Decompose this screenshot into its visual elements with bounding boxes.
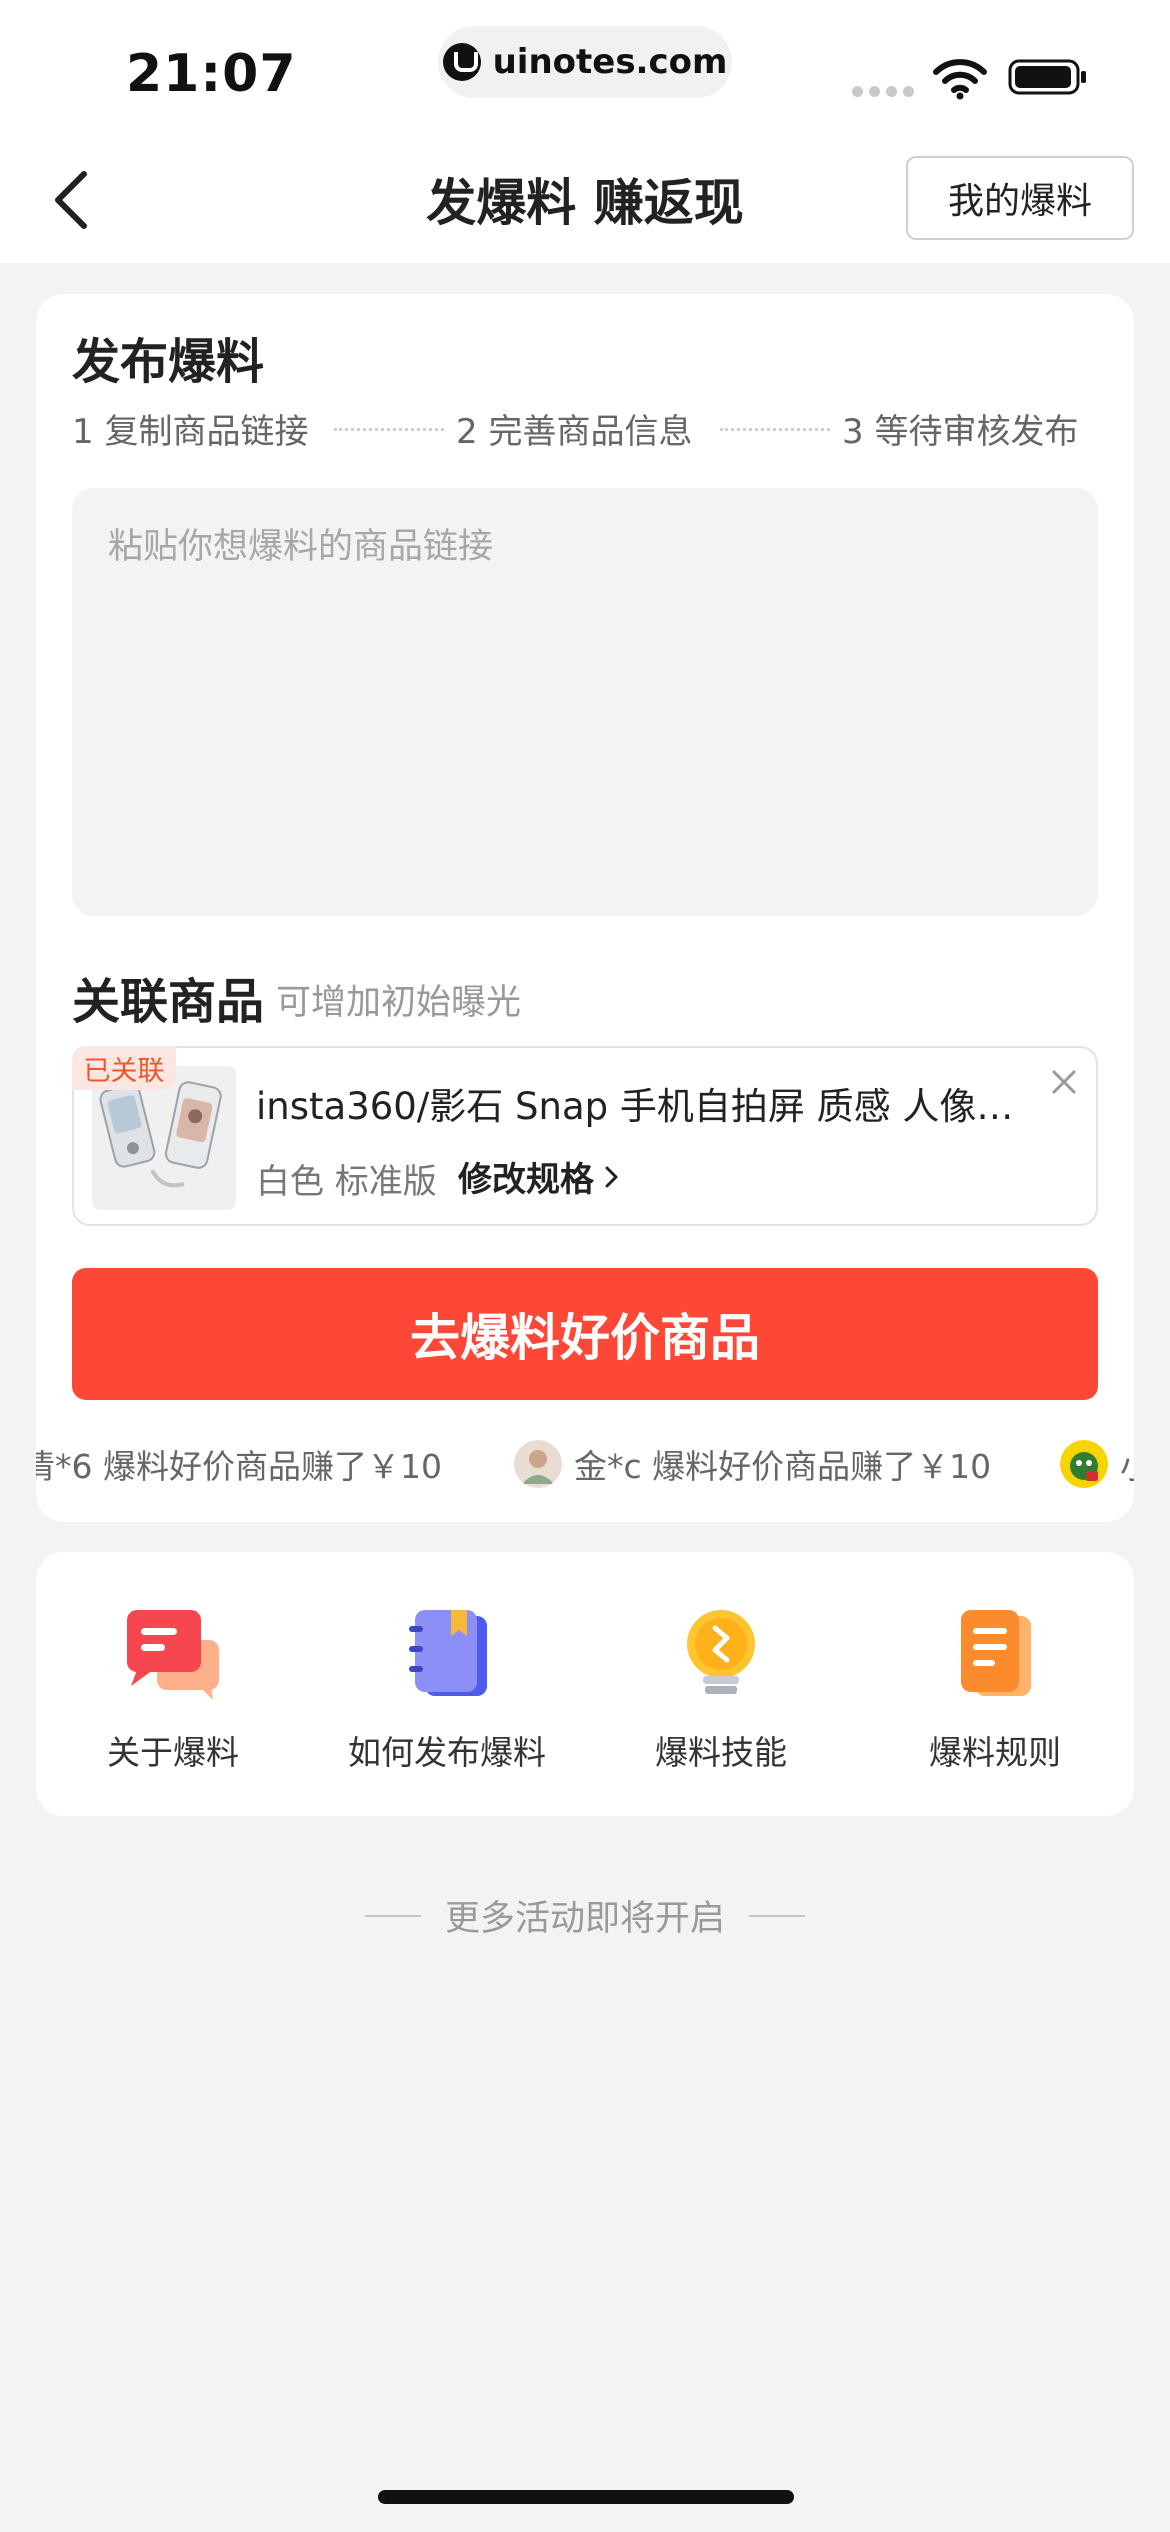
status-time: 21:07 <box>126 44 297 104</box>
step-divider <box>334 428 444 431</box>
step-indicator: 1 复制商品链接 2 完善商品信息 3 等待审核发布 <box>72 404 1092 452</box>
ticker-item: 金*c 爆料好价商品赚了￥10 <box>514 1432 991 1496</box>
ticker-item: 清*6 爆料好价商品赚了￥10 <box>36 1432 442 1496</box>
quick-link-label: 爆料技能 <box>655 1733 787 1772</box>
step-2: 2 完善商品信息 <box>456 412 693 452</box>
earnings-ticker: 清*6 爆料好价商品赚了￥10 金*c 爆料好价商品赚了￥10 <box>36 1432 1134 1496</box>
quick-link-about[interactable]: 关于爆料 <box>36 1606 310 1786</box>
modify-spec-button[interactable]: 修改规格 <box>458 1152 622 1201</box>
chevron-right-icon <box>605 1166 618 1187</box>
step-3: 3 等待审核发布 <box>842 412 1079 452</box>
user-avatar <box>514 1440 562 1488</box>
post-deal-button[interactable]: 去爆料好价商品 <box>72 1268 1098 1400</box>
site-logo-icon <box>442 43 481 81</box>
quick-link-skills[interactable]: 爆料技能 <box>584 1606 858 1786</box>
linked-badge: 已关联 <box>72 1046 176 1090</box>
quick-link-label: 关于爆料 <box>107 1733 239 1772</box>
url-pill[interactable]: uinotes.com <box>438 26 732 98</box>
quick-link-label: 如何发布爆料 <box>348 1733 546 1772</box>
battery-icon <box>1008 59 1086 95</box>
cellular-signal-icon <box>852 86 914 97</box>
modify-spec-label: 修改规格 <box>458 1160 594 1200</box>
lightbulb-icon <box>687 1610 755 1694</box>
ticker-item: 小 <box>1060 1432 1134 1496</box>
document-icon <box>961 1610 1031 1696</box>
quick-links-card: 关于爆料 如何发布爆料 爆料技能 爆料规则 <box>36 1552 1134 1816</box>
publish-card: 发布爆料 1 复制商品链接 2 完善商品信息 3 等待审核发布 粘贴你想爆料的商… <box>36 294 1134 1522</box>
ticker-text: 小 <box>1120 1440 1134 1488</box>
linked-product-subtitle: 可增加初始曝光 <box>276 983 522 1023</box>
ticker-text: 清*6 爆料好价商品赚了￥10 <box>36 1447 442 1486</box>
publish-title: 发布爆料 <box>72 334 265 390</box>
product-title: insta360/影石 Snap 手机自拍屏 质感 人像神器 <box>256 1085 1016 1128</box>
step-1: 1 复制商品链接 <box>72 412 309 452</box>
page: 21:07 uinotes.com 发爆料 赚返现 我的爆料 发布爆料 1 复制… <box>0 0 1170 2532</box>
more-activities-text: 更多活动即将开启 <box>444 1899 725 1939</box>
more-activities-note: 更多活动即将开启 <box>0 1890 1170 1941</box>
home-indicator[interactable] <box>378 2490 794 2504</box>
step-divider <box>720 428 830 431</box>
close-icon[interactable] <box>1046 1064 1082 1100</box>
chat-bubbles-icon <box>127 1610 219 1700</box>
divider-line <box>364 1914 421 1917</box>
product-spec: 白色 标准版 <box>256 1162 437 1202</box>
linked-product-card[interactable]: 已关联 insta360/影石 Snap 手机自拍屏 质感 人像神器 白色 标准… <box>72 1046 1098 1226</box>
linked-product-title: 关联商品 <box>72 974 265 1030</box>
wifi-icon <box>933 59 987 100</box>
quick-link-rules[interactable]: 爆料规则 <box>858 1606 1132 1786</box>
user-avatar <box>1060 1440 1108 1488</box>
ticker-text: 金*c 爆料好价商品赚了￥10 <box>574 1447 992 1486</box>
divider-line <box>749 1914 805 1917</box>
notebook-icon <box>409 1610 487 1696</box>
url-text: uinotes.com <box>492 42 728 82</box>
quick-link-label: 爆料规则 <box>929 1733 1061 1772</box>
header-area: 21:07 uinotes.com 发爆料 赚返现 我的爆料 <box>0 0 1170 263</box>
link-input-placeholder: 粘贴你想爆料的商品链接 <box>108 527 494 567</box>
quick-link-how-to-post[interactable]: 如何发布爆料 <box>310 1606 584 1786</box>
my-posts-button[interactable]: 我的爆料 <box>906 156 1134 240</box>
link-input[interactable]: 粘贴你想爆料的商品链接 <box>72 488 1098 916</box>
